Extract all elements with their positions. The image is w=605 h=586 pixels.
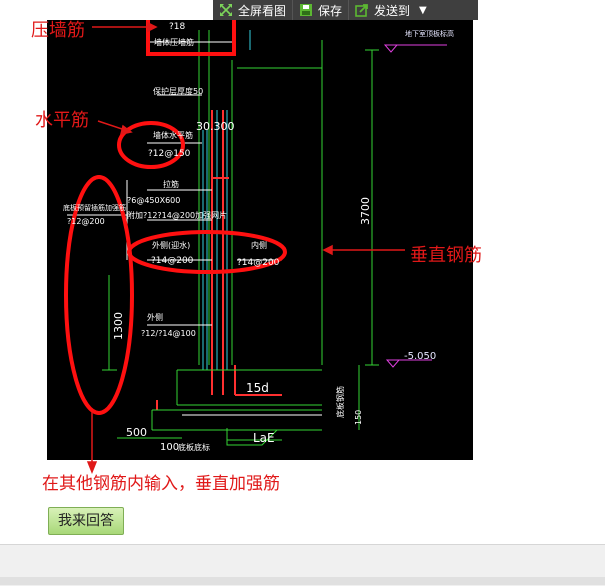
dim-lae-label: LaE	[253, 431, 275, 445]
height-1300-label: 1300	[112, 312, 125, 340]
vertical-bar-annotation: 垂直钢筋	[410, 245, 482, 266]
save-button[interactable]: 保存	[293, 0, 350, 20]
left-label: 底板预留插筋加强筋	[63, 203, 126, 212]
horizontal-label: 墙体水平筋	[153, 130, 193, 140]
horizontal-bar-highlight	[117, 121, 185, 169]
height-3700-label: 3700	[359, 197, 372, 225]
protect-layer-label: 保护层厚度50	[153, 86, 203, 96]
dim-500-label: 500	[126, 426, 147, 439]
send-label: 发送到	[374, 3, 411, 18]
dim-100-label: 100	[160, 442, 179, 453]
outer2-spec-label: ?12/?14@100	[141, 329, 196, 338]
outer2-label: 外侧	[147, 312, 163, 322]
chevron-down-icon[interactable]: ▼	[419, 5, 427, 16]
tie-spec-label: ?6@450X600	[127, 196, 180, 205]
outer-spec-label: ?14@200	[151, 256, 194, 266]
bottom-slab-label: 底板钢筋	[335, 386, 345, 418]
top-rebar-sub-label: 墙体压墙筋	[154, 37, 194, 47]
cad-drawing-svg: ?18 墙体压墙筋 保护层厚度50 30.300 墙体水平筋 ?12@150 拉…	[63, 20, 454, 453]
note-annotation: 在其他钢筋内输入，垂直加强筋	[42, 474, 280, 494]
send-to-button[interactable]: 发送到 ▼	[349, 0, 433, 20]
elevation-bottom-label: -5.050	[404, 351, 436, 362]
compression-bar-highlight	[146, 20, 236, 56]
level-top-note: 地下室顶板标高	[405, 29, 454, 38]
compression-bar-annotation: 压墙筋	[31, 20, 85, 41]
dim-150-label: 150	[354, 410, 363, 425]
outer-label: 外侧(迎水)	[152, 240, 190, 250]
inner-label: 内侧	[251, 240, 267, 250]
horizontal-bar-annotation: 水平筋	[35, 110, 89, 131]
fullscreen-button[interactable]: 全屏看图	[213, 0, 294, 20]
base-note-label: 底板底标	[178, 442, 210, 452]
fullscreen-label: 全屏看图	[238, 3, 287, 18]
save-icon	[300, 4, 313, 16]
top-rebar-label: ?18	[169, 22, 186, 32]
dim-15d-label: 15d	[246, 381, 269, 395]
left-spec-label: ?12@200	[67, 217, 105, 226]
horizontal-spec-label: ?12@150	[148, 149, 191, 159]
fullscreen-icon	[220, 4, 232, 16]
reinforcement-bar-highlight	[64, 175, 134, 415]
send-icon	[355, 4, 368, 17]
answer-button[interactable]: 我来回答	[48, 507, 124, 535]
extra-spec-label: 附加?12?14@200加强网片	[127, 210, 227, 220]
inner-spec-label: ?14@200	[237, 258, 280, 268]
save-label: 保存	[318, 3, 343, 18]
tie-label: 拉筋	[163, 179, 179, 189]
footer-scroll	[0, 577, 605, 585]
cad-drawing-image: ?18 墙体压墙筋 保护层厚度50 30.300 墙体水平筋 ?12@150 拉…	[47, 20, 473, 460]
elevation-top-label: 30.300	[196, 120, 235, 133]
image-viewer-toolbar: 全屏看图 保存 发送到 ▼	[213, 0, 478, 20]
